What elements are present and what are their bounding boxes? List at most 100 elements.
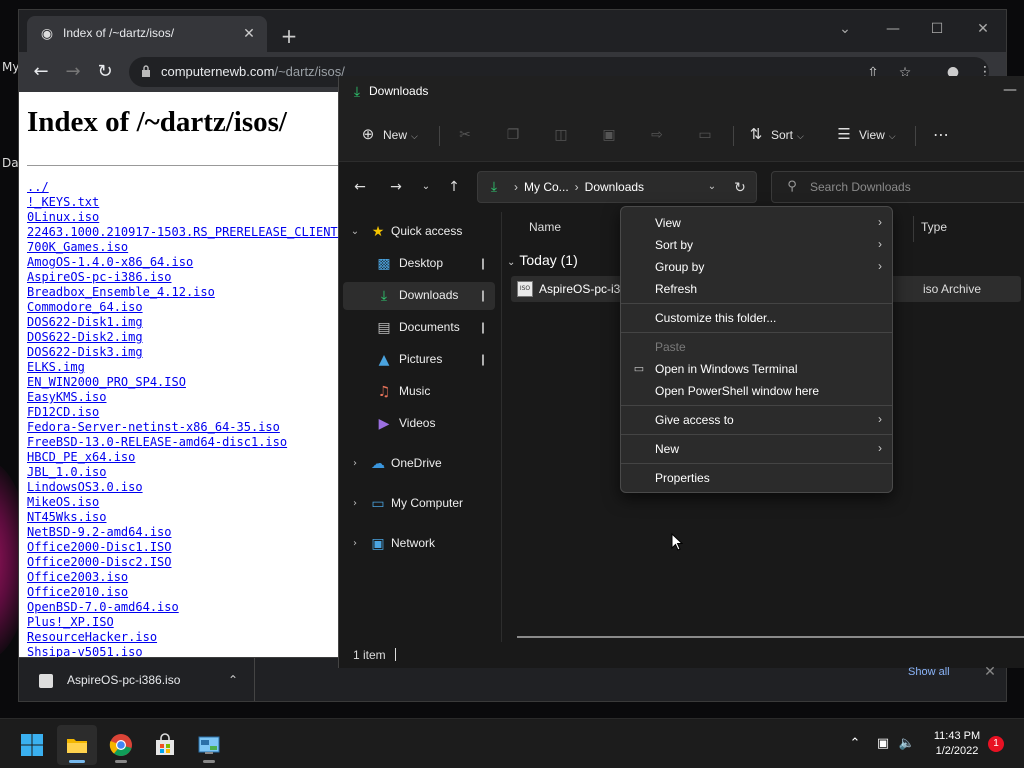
nav-item-music[interactable]: ♫ Music	[343, 378, 495, 406]
recent-locations-icon[interactable]: ⌄	[415, 176, 437, 198]
file-link[interactable]: FreeBSD-13.0-RELEASE-amd64-disc1.iso	[27, 435, 287, 449]
desktop-icon-label[interactable]: My	[2, 60, 19, 74]
file-link[interactable]: Office2003.iso	[27, 570, 128, 584]
refresh-icon[interactable]: ↻	[730, 178, 750, 198]
taskbar-chrome[interactable]	[101, 725, 141, 765]
file-link[interactable]: Fedora-Server-netinst-x86_64-35.iso	[27, 420, 280, 434]
column-header-type[interactable]: Type	[921, 220, 947, 234]
file-link[interactable]: NetBSD-9.2-amd64.iso	[27, 525, 172, 539]
notification-badge[interactable]: 1	[988, 736, 1004, 752]
volume-icon[interactable]: 🔈	[898, 735, 916, 753]
breadcrumb-segment[interactable]: My Co...	[524, 180, 569, 194]
file-link[interactable]: Breadbox_Ensemble_4.12.iso	[27, 285, 215, 299]
start-button[interactable]	[12, 725, 52, 765]
nav-item-videos[interactable]: ▶ Videos	[343, 410, 495, 438]
close-window-icon[interactable]: ✕	[969, 18, 997, 40]
back-icon[interactable]: ←	[349, 176, 371, 198]
menu-item-customize[interactable]: Customize this folder...	[625, 307, 890, 329]
copy-icon[interactable]: ❐	[503, 125, 523, 145]
view-button[interactable]: ☰ View ⌵	[835, 122, 895, 148]
menu-item-properties[interactable]: Properties	[625, 467, 890, 489]
cut-icon[interactable]: ✂	[455, 125, 475, 145]
file-link[interactable]: Shsipa-v5051.iso	[27, 645, 143, 657]
desktop-icon-label[interactable]: Da	[2, 156, 19, 170]
chevron-down-icon[interactable]: ⌄	[704, 179, 720, 195]
network-icon[interactable]: ▣	[874, 735, 892, 753]
taskbar-file-explorer[interactable]	[57, 725, 97, 765]
tab-search-icon[interactable]: ⌄	[831, 18, 859, 40]
column-divider[interactable]	[913, 216, 914, 242]
nav-item-desktop[interactable]: ▩ Desktop ❙	[343, 250, 495, 278]
file-link[interactable]: DOS622-Disk1.img	[27, 315, 143, 329]
file-link[interactable]: Plus!_XP.ISO	[27, 615, 114, 629]
file-link[interactable]: AspireOS-pc-i386.iso	[27, 270, 172, 284]
horizontal-scrollbar[interactable]	[517, 636, 1024, 638]
file-link[interactable]: !_KEYS.txt	[27, 195, 99, 209]
menu-item-open-powershell[interactable]: Open PowerShell window here	[625, 380, 890, 402]
search-box[interactable]: ⚲	[771, 171, 1024, 203]
chevron-down-icon[interactable]: ⌄	[349, 225, 361, 239]
file-link[interactable]: Office2010.iso	[27, 585, 128, 599]
file-link[interactable]: OpenBSD-7.0-amd64.iso	[27, 600, 179, 614]
up-icon[interactable]: ↑	[443, 176, 465, 198]
nav-item-downloads[interactable]: ⤓ Downloads ❙	[343, 282, 495, 310]
file-link[interactable]: EasyKMS.iso	[27, 390, 106, 404]
group-header[interactable]: ⌄ Today (1)	[507, 252, 578, 268]
share-icon[interactable]: ⇨	[647, 125, 667, 145]
file-link[interactable]: DOS622-Disk2.img	[27, 330, 143, 344]
menu-item-refresh[interactable]: Refresh	[625, 278, 890, 300]
browser-tab[interactable]: ◉ Index of /~dartz/isos/ ✕	[27, 16, 267, 52]
file-link[interactable]: AmogOS-1.4.0-x86_64.iso	[27, 255, 193, 269]
column-header-name[interactable]: Name	[529, 220, 561, 234]
file-link[interactable]: EN_WIN2000_PRO_SP4.ISO	[27, 375, 186, 389]
chevron-right-icon[interactable]: ›	[349, 537, 361, 551]
new-button[interactable]: ⊕ New ⌵	[359, 122, 418, 148]
maximize-icon[interactable]: ☐	[923, 18, 951, 40]
sort-button[interactable]: ⇅ Sort ⌵	[747, 122, 804, 148]
file-link[interactable]: FD12CD.iso	[27, 405, 99, 419]
chevron-right-icon[interactable]: ›	[349, 497, 361, 511]
file-link[interactable]: 22463.1000.210917-1503.RS_PRERELEASE_CLI…	[27, 225, 374, 239]
menu-item-give-access[interactable]: Give access to ›	[625, 409, 890, 431]
file-link[interactable]: 0Linux.iso	[27, 210, 99, 224]
file-link[interactable]: JBL_1.0.iso	[27, 465, 106, 479]
file-link[interactable]: ResourceHacker.iso	[27, 630, 157, 644]
file-link[interactable]: NT45Wks.iso	[27, 510, 106, 524]
nav-item-pictures[interactable]: ▲ Pictures ❙	[343, 346, 495, 374]
delete-icon[interactable]: ▭	[695, 125, 715, 145]
menu-item-group-by[interactable]: Group by ›	[625, 256, 890, 278]
nav-item-my-computer[interactable]: › ▭ My Computer	[343, 490, 495, 518]
file-link[interactable]: Commodore_64.iso	[27, 300, 143, 314]
download-item[interactable]: AspireOS-pc-i386.iso ⌃	[19, 658, 255, 701]
tab-close-icon[interactable]: ✕	[239, 24, 259, 44]
file-link[interactable]: 700K_Games.iso	[27, 240, 128, 254]
file-link[interactable]: Office2000-Disc2.ISO	[27, 555, 172, 569]
nav-item-quick-access[interactable]: ⌄ ★ Quick access	[343, 218, 495, 246]
chevron-up-icon[interactable]: ⌃	[846, 735, 864, 753]
back-icon[interactable]: ←	[29, 60, 53, 84]
nav-item-network[interactable]: › ▣ Network	[343, 530, 495, 558]
pane-divider[interactable]	[501, 212, 502, 642]
search-input[interactable]	[810, 178, 1010, 196]
file-link[interactable]: HBCD_PE_x64.iso	[27, 450, 135, 464]
breadcrumb[interactable]: ⤓ › My Co... › Downloads ⌄ ↻	[477, 171, 757, 203]
breadcrumb-segment[interactable]: Downloads	[585, 180, 644, 194]
nav-item-documents[interactable]: ▤ Documents ❙	[343, 314, 495, 342]
menu-item-view[interactable]: View ›	[625, 212, 890, 234]
file-link[interactable]: ../	[27, 180, 49, 194]
forward-icon[interactable]: →	[61, 60, 85, 84]
taskbar-control-panel[interactable]	[189, 725, 229, 765]
paste-icon[interactable]: ◫	[551, 125, 571, 145]
clock[interactable]: 11:43 PM 1/2/2022	[920, 729, 994, 759]
chevron-right-icon[interactable]: ›	[349, 457, 361, 471]
menu-item-open-terminal[interactable]: ▭ Open in Windows Terminal	[625, 358, 890, 380]
chevron-down-icon[interactable]: ⌄	[507, 257, 515, 268]
nav-item-onedrive[interactable]: › ☁ OneDrive	[343, 450, 495, 478]
forward-icon[interactable]: →	[385, 176, 407, 198]
minimize-icon[interactable]: —	[1002, 82, 1018, 98]
file-link[interactable]: ELKS.img	[27, 360, 85, 374]
rename-icon[interactable]: ▣	[599, 125, 619, 145]
show-all-link[interactable]: Show all	[908, 666, 950, 678]
menu-item-new[interactable]: New ›	[625, 438, 890, 460]
file-link[interactable]: MikeOS.iso	[27, 495, 99, 509]
